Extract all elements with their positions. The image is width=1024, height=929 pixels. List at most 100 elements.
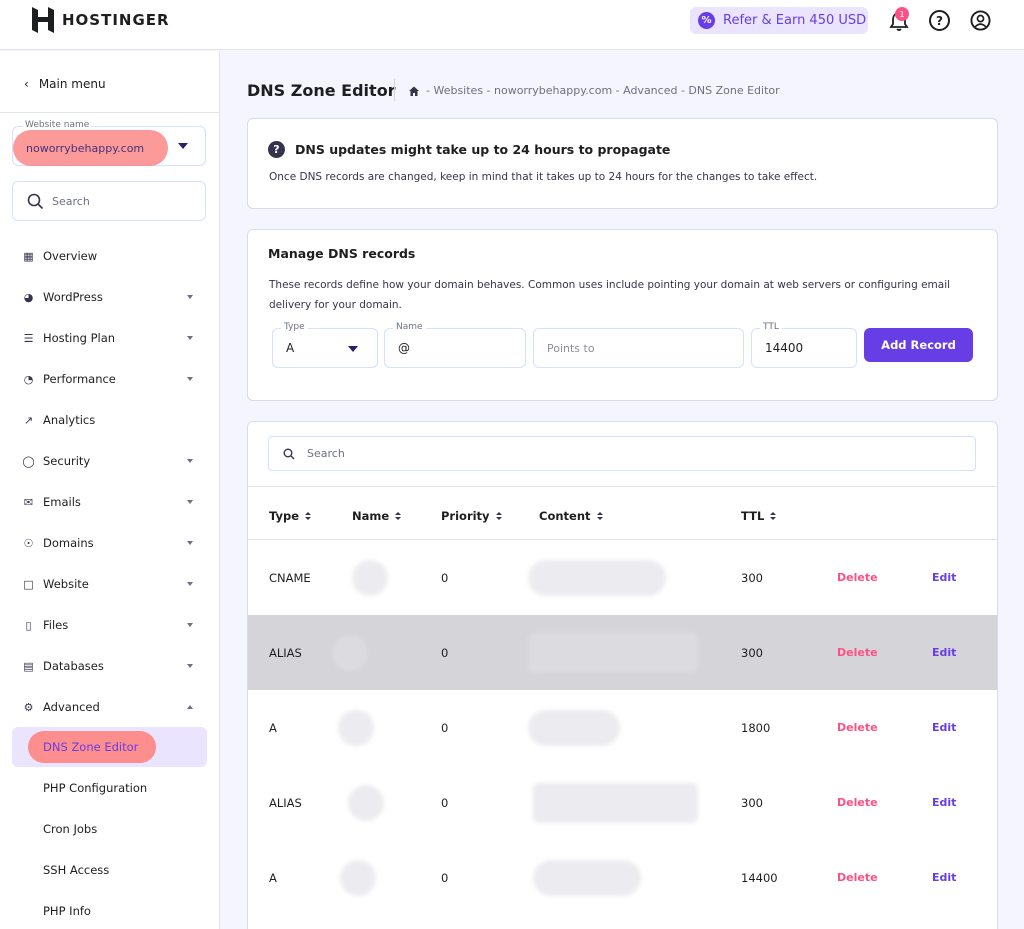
redacted-content xyxy=(533,783,698,823)
caret-down-icon xyxy=(178,143,188,149)
sidebar-item-databases[interactable]: ▤ Databases xyxy=(12,649,207,683)
edit-record-button[interactable]: Edit xyxy=(932,796,956,809)
add-record-button[interactable]: Add Record xyxy=(864,328,973,362)
record-name-label: Name xyxy=(393,322,426,332)
sidebar-item-hosting-plan[interactable]: ☰ Hosting Plan xyxy=(12,321,207,355)
record-priority-cell: 0 xyxy=(441,646,449,660)
trend-chart-icon: ↗ xyxy=(23,413,34,427)
redacted-name xyxy=(340,860,376,896)
sidebar-subitem-dns-zone-editor[interactable]: DNS Zone Editor xyxy=(12,727,207,767)
ttl-input[interactable]: TTL 14400 xyxy=(751,322,857,368)
sidebar-subitem-cron-jobs[interactable]: Cron Jobs xyxy=(12,809,207,849)
record-type-cell: A xyxy=(269,871,277,885)
delete-record-button[interactable]: Delete xyxy=(837,871,878,884)
website-selector-value: noworrybehappy.com xyxy=(13,130,168,166)
sidebar-item-label: Website xyxy=(43,577,89,591)
record-name-value: @ xyxy=(398,341,410,355)
sidebar-item-performance[interactable]: ◔ Performance xyxy=(12,362,207,396)
sidebar-divider xyxy=(0,112,220,113)
column-header-ttl[interactable]: TTL xyxy=(741,509,777,523)
manage-dns-title: Manage DNS records xyxy=(268,246,416,261)
sidebar-item-label: Hosting Plan xyxy=(43,331,116,345)
refer-earn-button[interactable]: % Refer & Earn 450 USD xyxy=(690,7,868,34)
table-row: CNAME 0 300 Delete Edit xyxy=(248,540,997,615)
redacted-content xyxy=(533,860,641,896)
sidebar-item-label: Files xyxy=(43,618,69,632)
gear-icon: ⚙ xyxy=(23,700,34,714)
record-type-label: Type xyxy=(281,322,308,332)
sidebar-item-security[interactable]: ◯ Security xyxy=(12,444,207,478)
sidebar-subitem-label: SSH Access xyxy=(43,863,110,877)
sidebar-item-label: Analytics xyxy=(43,413,96,427)
column-header-content[interactable]: Content xyxy=(539,509,603,523)
breadcrumb-path[interactable]: - Websites - noworrybehappy.com - Advanc… xyxy=(426,84,780,97)
redacted-name xyxy=(348,785,384,821)
question-icon: ? xyxy=(268,141,285,158)
sidebar-item-advanced[interactable]: ⚙ Advanced xyxy=(12,690,207,724)
redacted-name xyxy=(332,635,368,671)
record-ttl-cell: 14400 xyxy=(741,871,778,885)
browser-window-icon: □ xyxy=(23,577,34,591)
column-header-name[interactable]: Name xyxy=(352,509,402,523)
column-header-label: Name xyxy=(352,509,390,523)
sidebar-item-label: Overview xyxy=(43,249,98,263)
sidebar-item-wordpress[interactable]: ◕ WordPress xyxy=(12,280,207,314)
edit-record-button[interactable]: Edit xyxy=(932,571,956,584)
manage-dns-card: Manage DNS records These records define … xyxy=(247,229,998,401)
delete-record-button[interactable]: Delete xyxy=(837,721,878,734)
sidebar-subitem-php-info[interactable]: PHP Info xyxy=(12,891,207,929)
sidebar-item-files[interactable]: ▯ Files xyxy=(12,608,207,642)
redacted-content xyxy=(528,633,698,673)
points-to-input[interactable]: Points to xyxy=(533,328,744,368)
sidebar-item-label: WordPress xyxy=(43,290,103,304)
record-type-cell: A xyxy=(269,721,277,735)
records-search-placeholder: Search xyxy=(307,447,345,460)
caret-down-icon xyxy=(187,541,193,545)
redacted-content xyxy=(528,560,666,596)
record-type-cell: ALIAS xyxy=(269,646,302,660)
user-account-icon[interactable] xyxy=(970,10,991,31)
sort-icon xyxy=(770,512,777,520)
records-search-input[interactable]: Search xyxy=(268,436,976,471)
home-icon[interactable] xyxy=(408,85,420,97)
website-selector[interactable]: Website name noworrybehappy.com xyxy=(12,120,206,166)
sidebar-subitem-php-configuration[interactable]: PHP Configuration xyxy=(12,768,207,808)
table-row: ALIAS 0 300 Delete Edit xyxy=(248,615,997,690)
edit-record-button[interactable]: Edit xyxy=(932,646,956,659)
gift-badge-icon: % xyxy=(698,12,715,29)
edit-record-button[interactable]: Edit xyxy=(932,871,956,884)
notification-badge: 1 xyxy=(895,7,909,21)
sort-icon xyxy=(596,512,603,520)
column-header-type[interactable]: Type xyxy=(269,509,312,523)
record-type-select[interactable]: Type A xyxy=(272,322,378,368)
sidebar-search-input[interactable]: Search xyxy=(12,181,206,221)
sidebar-subitem-ssh-access[interactable]: SSH Access xyxy=(12,850,207,890)
redacted-content xyxy=(528,710,620,746)
sidebar-item-website[interactable]: □ Website xyxy=(12,567,207,601)
table-row: ALIAS 0 300 Delete Edit xyxy=(248,765,997,840)
sidebar-item-emails[interactable]: ✉ Emails xyxy=(12,485,207,519)
delete-record-button[interactable]: Delete xyxy=(837,796,878,809)
column-header-label: Content xyxy=(539,509,591,523)
column-header-priority[interactable]: Priority xyxy=(441,509,502,523)
sort-icon xyxy=(495,512,502,520)
main-menu-link[interactable]: ‹ Main menu xyxy=(24,77,106,91)
delete-record-button[interactable]: Delete xyxy=(837,571,878,584)
website-selector-label: Website name xyxy=(23,120,92,130)
table-row: A 0 14400 Delete Edit xyxy=(248,840,997,915)
caret-down-icon xyxy=(187,623,193,627)
delete-record-button[interactable]: Delete xyxy=(837,646,878,659)
help-icon[interactable]: ? xyxy=(929,10,950,31)
database-icon: ▤ xyxy=(23,659,34,673)
refer-earn-label: Refer & Earn 450 USD xyxy=(723,13,867,28)
sidebar-item-analytics[interactable]: ↗ Analytics xyxy=(12,403,207,437)
column-header-label: Priority xyxy=(441,509,490,523)
mail-icon: ✉ xyxy=(23,495,34,509)
sidebar-item-overview[interactable]: ▦ Overview xyxy=(12,239,207,273)
edit-record-button[interactable]: Edit xyxy=(932,721,956,734)
sidebar-item-domains[interactable]: ☉ Domains xyxy=(12,526,207,560)
record-name-input[interactable]: Name @ xyxy=(384,322,526,368)
info-title: ? DNS updates might take up to 24 hours … xyxy=(268,141,670,158)
hostinger-logo[interactable]: HOSTINGER xyxy=(32,7,170,33)
info-title-text: DNS updates might take up to 24 hours to… xyxy=(295,142,671,157)
